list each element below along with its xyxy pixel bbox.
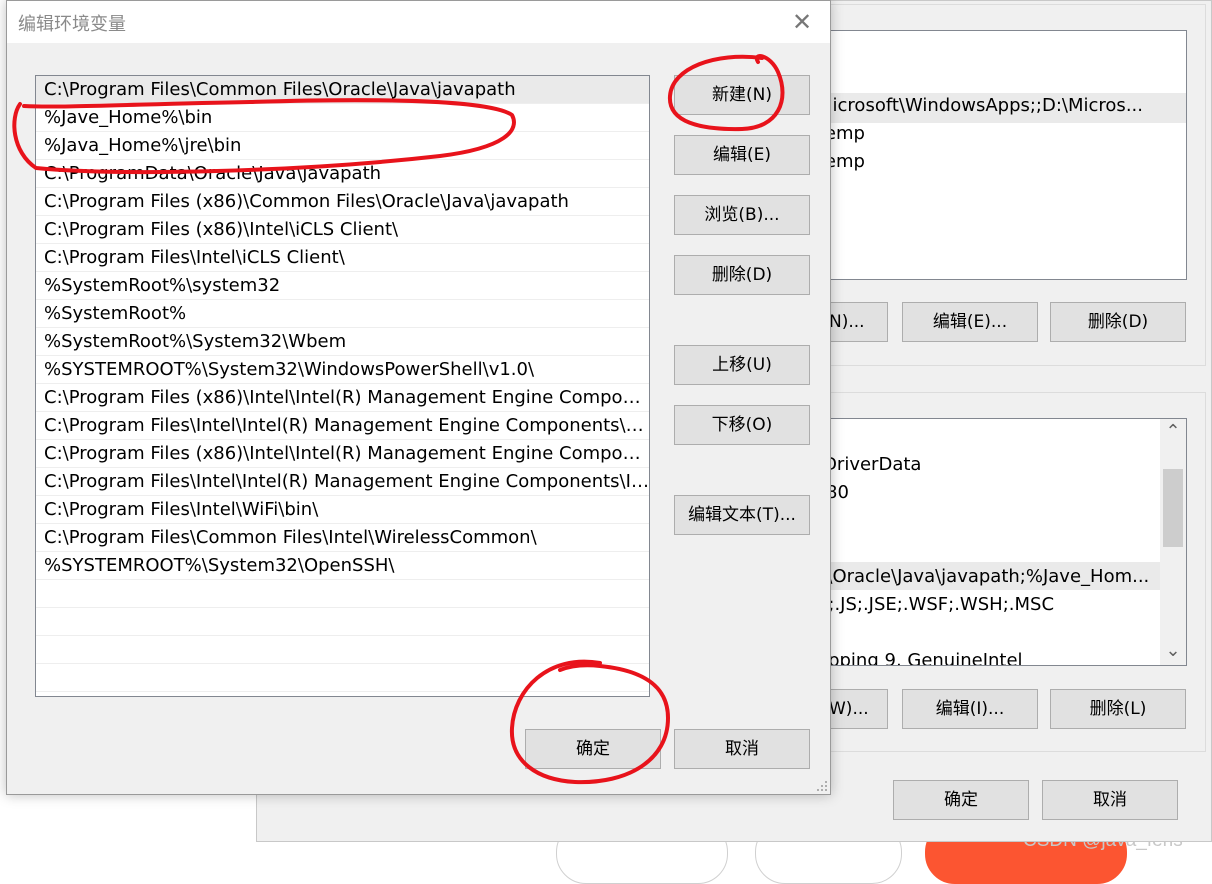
path-list-item[interactable]: C:\Program Files\Common Files\Oracle\Jav… [36,76,649,104]
path-list-item[interactable]: C:\Program Files (x86)\Intel\Intel(R) Ma… [36,440,649,468]
list-item[interactable]: Temp [817,120,1186,148]
cancel-button[interactable]: 取消 [674,729,810,769]
path-list-item[interactable]: C:\Program Files\Intel\Intel(R) Manageme… [36,468,649,496]
path-list[interactable]: C:\Program Files\Common Files\Oracle\Jav… [35,75,650,697]
edit-environment-variable-dialog: 编辑环境变量 ✕ C:\Program Files\Common Files\O… [6,0,831,795]
user-edit-button[interactable]: 编辑(E)... [902,302,1038,342]
path-list-item[interactable]: %SYSTEMROOT%\System32\OpenSSH\ [36,552,649,580]
path-list-item[interactable]: %Java_Home%\jre\bin [36,132,649,160]
move-up-button[interactable]: 上移(U) [674,345,810,385]
list-item[interactable]: epping 9, GenuineIntel [817,647,1186,665]
path-list-item-empty[interactable] [36,636,649,664]
env-cancel-button[interactable]: 取消 [1042,780,1178,820]
path-list-item[interactable]: C:\Program Files\Intel\WiFi\bin\ [36,496,649,524]
system-delete-button[interactable]: 删除(L) [1050,689,1186,729]
env-ok-button[interactable]: 确定 [893,780,1029,820]
path-list-item[interactable]: %SystemRoot%\System32\Wbem [36,328,649,356]
path-list-item[interactable]: C:\Program Files\Intel\Intel(R) Manageme… [36,412,649,440]
close-icon[interactable]: ✕ [782,5,822,39]
list-item[interactable]: \DriverData [817,451,1186,479]
system-variables-list[interactable]: \DriverData _80 s\Oracle\Java\javapath;%… [816,418,1187,666]
resize-grip-icon[interactable] [816,780,828,792]
scrollbar-thumb[interactable] [1163,469,1183,547]
path-list-item[interactable]: %SystemRoot% [36,300,649,328]
system-edit-button[interactable]: 编辑(I)... [902,689,1038,729]
list-item[interactable]: E;.JS;.JSE;.WSF;.WSH;.MSC [817,591,1186,619]
scroll-down-icon[interactable]: ⌄ [1160,640,1186,661]
scrollbar[interactable]: ⌃ ⌄ [1160,419,1186,665]
browse-button[interactable]: 浏览(B)... [674,195,810,235]
path-list-item-empty[interactable] [36,664,649,692]
path-list-item[interactable]: %SystemRoot%\system32 [36,272,649,300]
list-item[interactable]: Microsoft\WindowsApps;;D:\Micros... [817,92,1186,120]
list-item[interactable]: s\Oracle\Java\javapath;%Jave_Hom... [817,563,1186,591]
path-list-item[interactable]: C:\Program Files (x86)\Intel\Intel(R) Ma… [36,384,649,412]
dialog-title: 编辑环境变量 [18,14,126,35]
path-list-item[interactable]: C:\Program Files\Common Files\Intel\Wire… [36,524,649,552]
edit-text-button[interactable]: 编辑文本(T)... [674,495,810,535]
user-delete-button[interactable]: 删除(D) [1050,302,1186,342]
path-list-item[interactable]: %SYSTEMROOT%\System32\WindowsPowerShell\… [36,356,649,384]
path-list-item-empty[interactable] [36,608,649,636]
delete-button[interactable]: 删除(D) [674,255,810,295]
path-list-item[interactable]: C:\ProgramData\Oracle\Java\javapath [36,160,649,188]
ok-button[interactable]: 确定 [525,729,661,769]
path-list-item[interactable]: C:\Program Files (x86)\Intel\iCLS Client… [36,216,649,244]
move-down-button[interactable]: 下移(O) [674,405,810,445]
title-bar[interactable]: 编辑环境变量 ✕ [7,1,830,43]
path-list-item-empty[interactable] [36,580,649,608]
list-item[interactable]: Temp [817,148,1186,176]
user-variables-list[interactable]: Microsoft\WindowsApps;;D:\Micros... Temp… [816,30,1187,280]
edit-button[interactable]: 编辑(E) [674,135,810,175]
path-list-item[interactable]: %Jave_Home%\bin [36,104,649,132]
list-item[interactable]: _80 [817,479,1186,507]
path-list-item[interactable]: C:\Program Files\Intel\iCLS Client\ [36,244,649,272]
scroll-up-icon[interactable]: ⌃ [1160,421,1186,442]
path-list-item[interactable]: C:\Program Files (x86)\Common Files\Orac… [36,188,649,216]
new-button[interactable]: 新建(N) [674,75,810,115]
